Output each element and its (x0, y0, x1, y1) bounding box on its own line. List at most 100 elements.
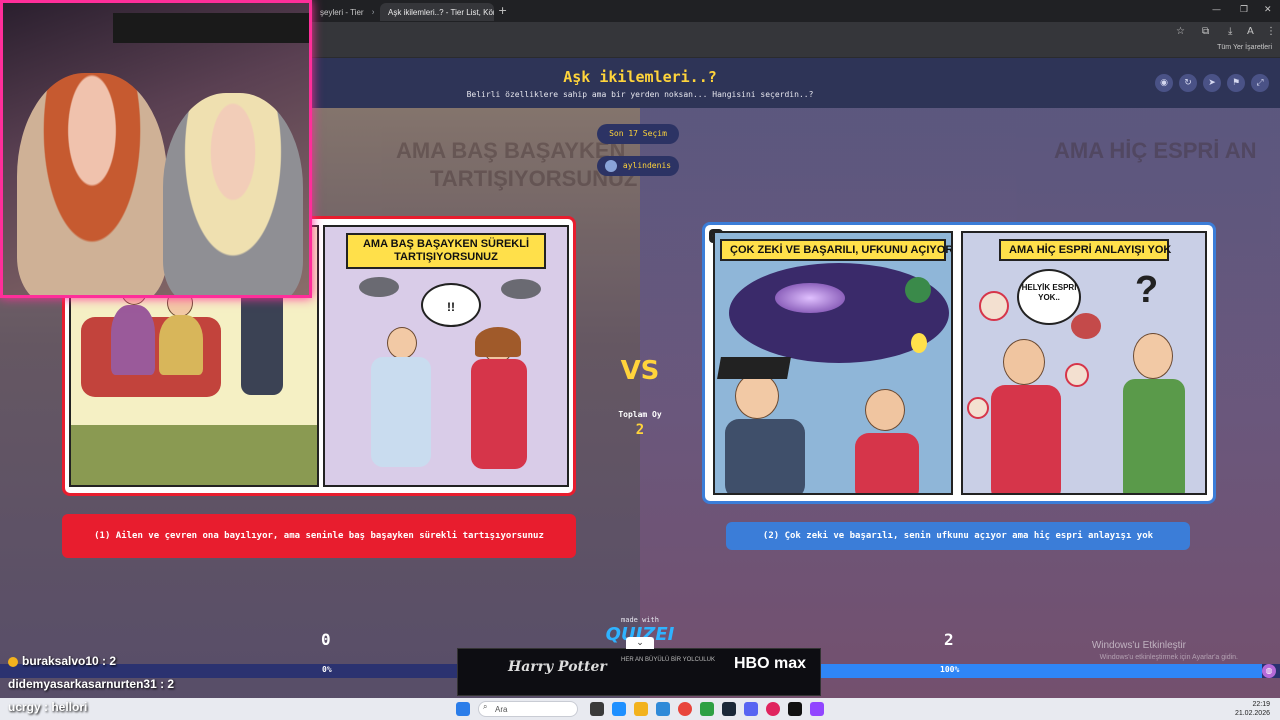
answer-button-left[interactable]: (1) Ailen ve çevren ona bayılıyor, ama s… (62, 514, 576, 558)
person-body (725, 419, 805, 493)
screen: şeyleri - Tier × Aşk ikilemleri..? - Tier… (0, 0, 1280, 720)
chevron-down-icon[interactable]: ⌄ (626, 637, 654, 649)
search-icon: ⌕ (483, 702, 488, 711)
lightbulb-icon (911, 333, 927, 353)
vote-count-left: 0 (321, 630, 331, 649)
person-body (855, 433, 919, 493)
discord-icon[interactable] (744, 702, 758, 716)
chat-text: buraksalvo10 : 2 (22, 654, 117, 668)
ad-middle-text: HER AN BÜYÜLÜ BİR YOLCULUK (621, 657, 715, 663)
browser-tab[interactable]: şeyleri - Tier × (312, 3, 374, 21)
clown-icon (979, 291, 1009, 321)
clock-date: 21.02.2026 (1234, 710, 1270, 717)
close-icon[interactable]: × (372, 8, 374, 17)
floor (71, 425, 317, 485)
download-icon[interactable]: ⤓ (1228, 26, 1232, 37)
badge-icon (8, 656, 18, 667)
all-bookmarks-link[interactable]: Tüm Yer İşaretleri (1217, 44, 1272, 51)
eye-icon[interactable]: ◉ (1155, 74, 1173, 92)
refresh-icon[interactable]: ↻ (1179, 74, 1197, 92)
send-icon[interactable]: ➤ (1203, 74, 1221, 92)
last-choices-pill[interactable]: Son 17 Seçim (597, 124, 679, 144)
answer-button-right[interactable]: (2) Çok zeki ve başarılı, senin ufkunu a… (726, 522, 1190, 550)
system-clock[interactable]: 22:19 21.02.2026 (1235, 700, 1270, 718)
made-with-label: made with (621, 616, 659, 624)
widgets-icon[interactable] (612, 702, 626, 716)
person-head (387, 327, 417, 359)
opera-icon[interactable] (766, 702, 780, 716)
total-votes-label: Toplam Oy (618, 410, 662, 419)
tab-label: Aşk ikilemleri..? - Tier List, Kör (388, 8, 494, 17)
twitch-icon[interactable] (810, 702, 824, 716)
person-body (991, 385, 1061, 493)
question-mark: ? (1135, 269, 1159, 311)
poster (113, 13, 309, 43)
person-body (471, 359, 527, 469)
whoopee-cushion-icon (1071, 313, 1101, 339)
panel-caption: ÇOK ZEKİ VE BAŞARILI, UFKUNU AÇIYOR (720, 239, 951, 261)
xbox-icon[interactable] (700, 702, 714, 716)
caption-line: TARTIŞIYORSUNUZ (394, 251, 498, 263)
user-pill[interactable]: aylindenis (597, 156, 679, 176)
maximize-icon[interactable]: ❐ (1240, 5, 1248, 15)
speech-bubble: !! (421, 283, 481, 327)
person-head (1003, 339, 1045, 385)
webcam-overlay (0, 0, 312, 298)
advertisement-banner[interactable]: ⌄ Harry Potter HER AN BÜYÜLÜ BİR YOLCULU… (457, 637, 821, 696)
chat-message: ucrgy : hellori (8, 700, 87, 714)
clown-icon (1065, 363, 1089, 387)
windows-activation-text: Windows'u etkinleştirmek için Ayarlar'a … (1099, 654, 1238, 661)
extensions-icon[interactable]: ⧉ (1202, 26, 1209, 37)
percent-right: 100% (940, 665, 960, 674)
ad-brand-right: HBO max (734, 655, 807, 672)
fullscreen-icon[interactable]: ⤢ (1251, 74, 1269, 92)
person-body (111, 305, 155, 375)
storm-cloud (359, 277, 399, 297)
person-head (735, 373, 779, 419)
search-placeholder: Ara (495, 705, 508, 714)
person-body (371, 357, 431, 467)
background-caption: AMA HİÇ ESPRİ AN (1054, 138, 1257, 163)
comic-panel-argument: AMA BAŞ BAŞAYKEN SÜREKLİ TARTIŞIYORSUNUZ… (323, 225, 569, 487)
person-body (159, 315, 203, 375)
steam-icon[interactable] (722, 702, 736, 716)
chat-message: buraksalvo10 : 2 (8, 654, 116, 668)
person-body (1123, 379, 1185, 493)
minimize-icon[interactable]: — (1212, 5, 1221, 15)
new-tab-button[interactable]: + (498, 4, 507, 17)
person-body (241, 285, 283, 395)
edge-icon[interactable] (656, 702, 670, 716)
clown-icon (967, 397, 989, 419)
streamer-right (163, 93, 303, 295)
flag-icon[interactable]: ⚑ (1227, 74, 1245, 92)
task-view-icon[interactable] (590, 702, 604, 716)
star-icon[interactable]: ☆ (1176, 26, 1185, 37)
comic-panel-no-humor: AMA HİÇ ESPRİ ANLAYIŞI YOK HELYİK ESPRİ … (961, 231, 1207, 495)
percent-left: 0% (322, 665, 332, 674)
person-head (865, 389, 905, 431)
panel-caption: AMA BAŞ BAŞAYKEN SÜREKLİ TARTIŞIYORSUNUZ (346, 233, 546, 269)
windows-activation-title: Windows'u Etkinleştir (1091, 640, 1186, 651)
profile-icon[interactable]: A (1247, 26, 1254, 37)
panel-caption: AMA HİÇ ESPRİ ANLAYIŞI YOK (999, 239, 1171, 261)
file-explorer-icon[interactable] (634, 702, 648, 716)
chat-bubble-icon[interactable]: ◍ (1262, 664, 1276, 678)
option-card-right[interactable]: ◉ ÇOK ZEKİ VE BAŞARILI, UFKUNU AÇIYOR AM… (702, 222, 1216, 504)
menu-icon[interactable]: ⋮ (1266, 26, 1276, 37)
obs-icon[interactable] (788, 702, 802, 716)
chat-text: ucrgy : hellori (8, 700, 88, 714)
person-head (1133, 333, 1173, 379)
streamer-left (17, 73, 167, 295)
ad-brand-left: Harry Potter (508, 659, 607, 675)
hair (475, 327, 521, 357)
storm-cloud (501, 279, 541, 299)
taskbar-search[interactable]: Ara (478, 701, 578, 717)
close-window-icon[interactable]: ✕ (1264, 5, 1272, 15)
start-icon[interactable] (456, 702, 470, 716)
chrome-icon[interactable] (678, 702, 692, 716)
caption-line: AMA BAŞ BAŞAYKEN SÜREKLİ (362, 238, 530, 250)
comic-panel-smart: ÇOK ZEKİ VE BAŞARILI, UFKUNU AÇIYOR (713, 231, 953, 495)
globe-icon (905, 277, 931, 303)
avatar (604, 159, 617, 172)
browser-tab-active[interactable]: Aşk ikilemleri..? - Tier List, Kör× (380, 3, 494, 21)
